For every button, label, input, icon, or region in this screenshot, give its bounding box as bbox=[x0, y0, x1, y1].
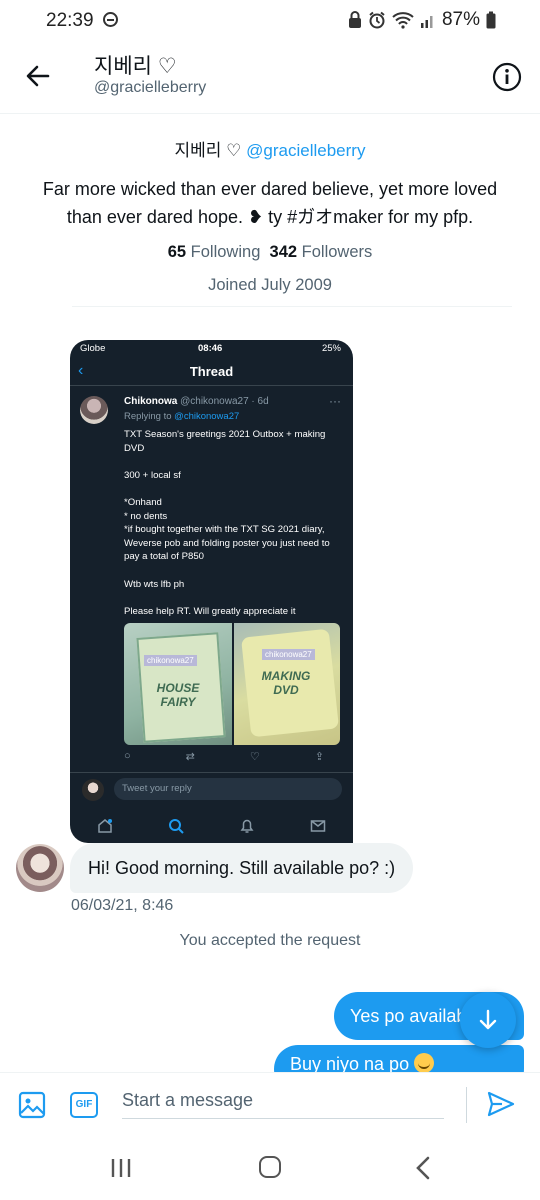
back-arrow-icon[interactable] bbox=[24, 62, 52, 90]
sender-avatar[interactable] bbox=[16, 844, 64, 892]
system-note: You accepted the request bbox=[179, 932, 361, 949]
follow-stats: 65 Following 342 Followers bbox=[0, 243, 540, 262]
system-nav-bar bbox=[0, 1128, 540, 1200]
status-right: 87% bbox=[348, 9, 496, 31]
info-icon[interactable] bbox=[492, 62, 522, 92]
profile-title-line: 지베리 ♡ @gracielleberry bbox=[0, 136, 540, 161]
ss-time: 08:46 bbox=[198, 343, 223, 354]
ss-tab-bar bbox=[70, 808, 353, 843]
profile-handle[interactable]: @gracielleberry bbox=[246, 141, 365, 160]
nav-back-icon[interactable] bbox=[414, 1156, 432, 1180]
ss-photo-1-tag: chikonowa27 bbox=[144, 655, 197, 666]
ss-author-name: Chikonowa bbox=[124, 396, 178, 407]
received-timestamp: 06/03/21, 8:46 bbox=[71, 897, 174, 914]
ss-search-icon bbox=[169, 818, 184, 834]
ss-share-icon: ⇪ bbox=[314, 751, 324, 763]
scroll-down-button[interactable] bbox=[460, 992, 516, 1048]
wifi-icon bbox=[392, 12, 414, 29]
ss-photo-2-tag: chikonowa27 bbox=[262, 649, 315, 660]
conversation-header: 지베리 ♡ @gracielleberry bbox=[0, 42, 540, 114]
battery-icon bbox=[486, 11, 496, 29]
ss-replying: Replying to @chikonowa27 bbox=[124, 411, 239, 422]
ss-reply-icon: ○ bbox=[124, 750, 131, 762]
photo-icon[interactable] bbox=[18, 1091, 46, 1119]
ss-author-meta: @chikonowa27 · 6d bbox=[180, 396, 269, 407]
ss-like-icon: ♡ bbox=[249, 751, 260, 763]
received-message[interactable]: Hi! Good morning. Still available po? :) bbox=[70, 843, 414, 893]
composer-separator bbox=[466, 1087, 467, 1123]
ss-author: Chikonowa @chikonowa27 · 6d bbox=[124, 396, 269, 407]
profile-bio: Far more wicked than ever dared believe,… bbox=[42, 179, 498, 227]
profile-summary: 지베리 ♡ @gracielleberry Far more wicked th… bbox=[0, 136, 540, 295]
ss-reply-avatar bbox=[82, 779, 104, 801]
ss-photo-1-text: HOUSE FAIRY bbox=[156, 681, 200, 709]
ss-title: Thread bbox=[189, 364, 234, 379]
shared-screenshot-image[interactable]: Globe 08:46 25% ‹ Thread Chikonowa @chik… bbox=[70, 340, 353, 843]
ss-nav: ‹ Thread bbox=[70, 358, 353, 386]
header-name: 지베리 ♡ bbox=[94, 55, 177, 78]
profile-name[interactable]: 지베리 ♡ bbox=[175, 141, 242, 160]
send-icon[interactable] bbox=[486, 1089, 516, 1119]
ss-reply-bar: Tweet your reply bbox=[70, 772, 353, 802]
status-time: 22:39 bbox=[46, 10, 94, 31]
ss-actions: ○ ⇄ ♡ ⇪ bbox=[124, 750, 324, 763]
ss-retweet-icon: ⇄ bbox=[185, 751, 195, 763]
ss-carrier: Globe bbox=[80, 343, 106, 354]
ss-author-avatar bbox=[80, 396, 108, 424]
ss-replying-prefix: Replying to bbox=[124, 411, 172, 422]
header-handle: @gracielleberry bbox=[94, 79, 207, 96]
ss-home-icon bbox=[98, 818, 113, 833]
ss-photo-2-text: MAKING DVD bbox=[261, 669, 311, 697]
following-count[interactable]: 65 bbox=[168, 243, 186, 261]
ss-replying-handle: @chikonowa27 bbox=[174, 411, 240, 422]
followers-count[interactable]: 342 bbox=[270, 243, 298, 261]
ss-battery: 25% bbox=[321, 343, 341, 354]
scroll-down-icon bbox=[479, 1009, 497, 1030]
joined-date: Joined July 2009 bbox=[208, 276, 332, 294]
followers-label[interactable]: Followers bbox=[302, 243, 373, 261]
home-icon[interactable] bbox=[259, 1156, 281, 1178]
alarm-icon bbox=[369, 11, 385, 29]
ss-tweet-body: TXT Season's greetings 2021 Outbox + mak… bbox=[124, 429, 330, 617]
message-input[interactable] bbox=[122, 1083, 444, 1119]
ss-photo-1: chikonowa27 HOUSE FAIRY bbox=[124, 623, 232, 745]
ss-bell-icon bbox=[240, 819, 254, 833]
sent-message-2-text: Buy niyo na po bbox=[290, 1054, 410, 1074]
ss-more-icon: ··· bbox=[329, 394, 341, 408]
following-label[interactable]: Following bbox=[191, 243, 261, 261]
lock-icon bbox=[348, 11, 361, 28]
dnd-icon bbox=[103, 12, 118, 27]
ss-status-bar: Globe 08:46 25% bbox=[70, 340, 353, 358]
ss-photo-2: chikonowa27 MAKING DVD bbox=[234, 623, 340, 745]
ss-reply-input: Tweet your reply bbox=[114, 778, 342, 800]
divider bbox=[72, 306, 512, 307]
recent-apps-icon[interactable] bbox=[110, 1158, 132, 1178]
gif-icon[interactable]: GIF bbox=[70, 1092, 98, 1118]
status-bar: 22:39 87% bbox=[0, 0, 540, 42]
smile-emoji-icon bbox=[414, 1053, 435, 1073]
message-composer: GIF bbox=[0, 1072, 540, 1128]
signal-icon bbox=[420, 16, 433, 28]
ss-mail-icon bbox=[310, 819, 325, 832]
battery-percent: 87% bbox=[441, 9, 480, 30]
